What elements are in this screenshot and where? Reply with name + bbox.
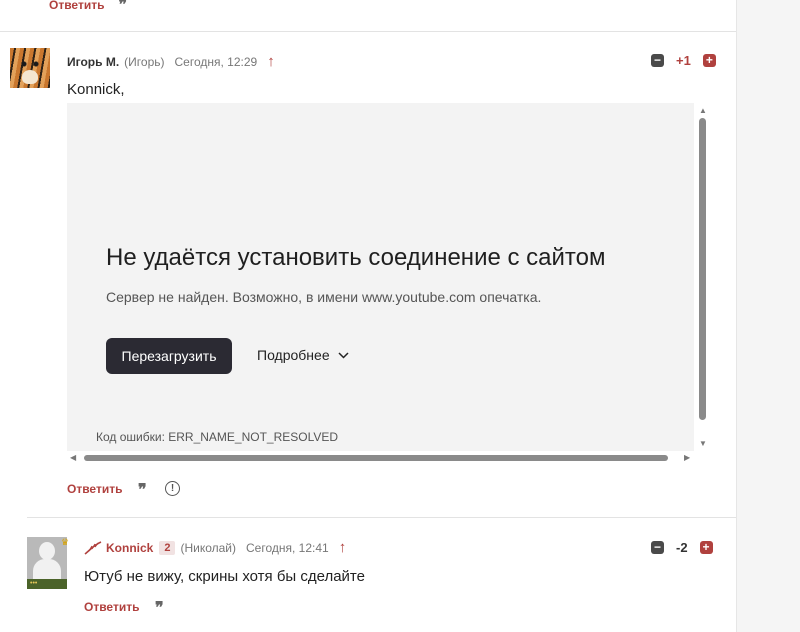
- embedded-video-frame[interactable]: Не удаётся установить соединение с сайто…: [67, 103, 707, 463]
- minus-icon[interactable]: −: [651, 54, 664, 67]
- scroll-up-icon[interactable]: ▲: [699, 107, 707, 115]
- comment-header: Konnick 2 (Николай) Сегодня, 12:41 ↑: [84, 539, 346, 556]
- scroll-right-icon[interactable]: ▶: [684, 454, 690, 462]
- status-badge: 2: [159, 540, 176, 555]
- quote-icon[interactable]: ❞: [118, 0, 127, 14]
- details-label: Подробнее: [257, 347, 330, 363]
- vote-widget: − -2 +: [651, 540, 713, 555]
- avatar-body: [33, 559, 61, 579]
- reply-link[interactable]: Ответить: [84, 600, 139, 614]
- chevron-down-icon: [338, 351, 349, 359]
- error-code: Код ошибки: ERR_NAME_NOT_RESOLVED: [96, 430, 339, 444]
- prev-reply-link[interactable]: Ответить: [49, 0, 104, 12]
- arrow-up-icon[interactable]: ↑: [267, 53, 275, 70]
- avatar[interactable]: [10, 48, 50, 88]
- reply-link[interactable]: Ответить: [67, 482, 122, 496]
- author-alias: (Игорь): [124, 54, 165, 69]
- author-name[interactable]: Konnick: [106, 541, 153, 555]
- divider: [27, 517, 736, 518]
- browser-error-page: Не удаётся установить соединение с сайто…: [67, 103, 694, 451]
- quote-icon[interactable]: ❞: [155, 598, 164, 617]
- plus-icon[interactable]: +: [699, 541, 713, 554]
- divider: [0, 31, 736, 32]
- scroll-down-icon[interactable]: ▼: [699, 440, 707, 448]
- avatar-head: [39, 542, 55, 560]
- comment-time[interactable]: Сегодня, 12:41: [246, 541, 329, 555]
- rank-stripe: •••: [27, 579, 67, 589]
- prev-comment-actions: Ответить ❞: [49, 0, 127, 14]
- feather-icon: [84, 540, 102, 555]
- scroll-left-icon[interactable]: ◀: [70, 454, 76, 462]
- horizontal-scroll-thumb[interactable]: [84, 455, 668, 461]
- info-icon[interactable]: !: [165, 481, 180, 496]
- author-name[interactable]: Игорь М.: [67, 55, 119, 69]
- plus-icon[interactable]: +: [702, 54, 716, 67]
- comment-time[interactable]: Сегодня, 12:29: [175, 55, 258, 69]
- minus-icon[interactable]: −: [651, 541, 664, 554]
- comment-header: Игорь М. (Игорь) Сегодня, 12:29 ↑: [67, 53, 275, 70]
- comments-panel: Ответить ❞ Игорь М. (Игорь) Сегодня, 12:…: [0, 0, 736, 632]
- error-description: Сервер не найден. Возможно, в имени www.…: [106, 289, 542, 305]
- crown-icon: ♛: [61, 537, 70, 547]
- details-toggle[interactable]: Подробнее: [257, 347, 349, 363]
- comment-score: -2: [676, 540, 688, 555]
- quote-icon[interactable]: ❞: [138, 480, 147, 499]
- vertical-scroll-thumb[interactable]: [699, 118, 706, 420]
- author-alias: (Николай): [180, 540, 237, 555]
- comment-text: Ютуб не вижу, скрины хотя бы сделайте: [84, 568, 365, 585]
- reload-button[interactable]: Перезагрузить: [106, 338, 232, 374]
- arrow-up-icon[interactable]: ↑: [339, 539, 347, 556]
- right-sidebar: [736, 0, 800, 632]
- comment-text: Konnick,: [67, 81, 125, 98]
- error-title: Не удаётся установить соединение с сайто…: [106, 244, 606, 271]
- vote-widget: − +1 +: [651, 53, 716, 68]
- comment-score: +1: [676, 53, 691, 68]
